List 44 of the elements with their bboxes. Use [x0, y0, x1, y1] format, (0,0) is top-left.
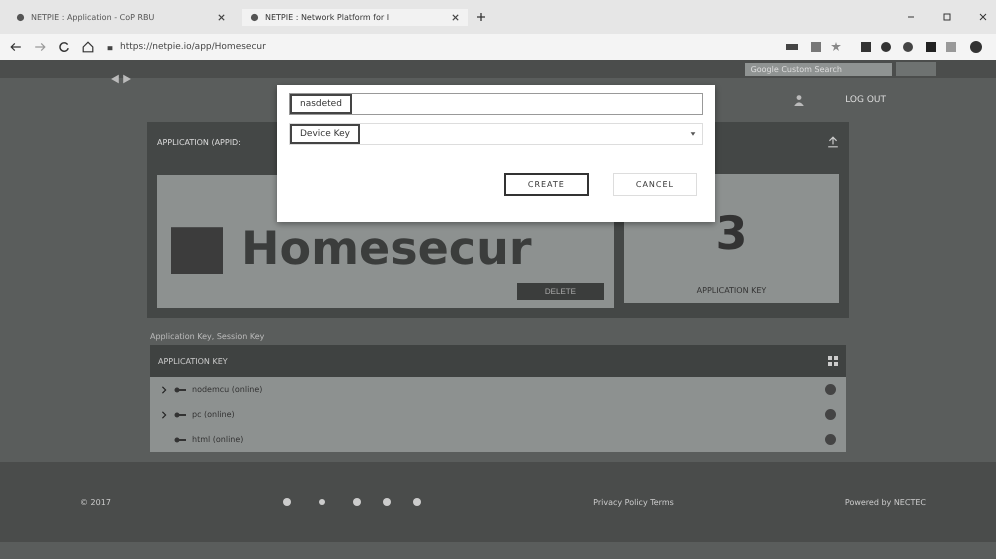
key-row[interactable]: html (online)	[150, 427, 846, 452]
back-icon[interactable]	[10, 41, 22, 53]
delete-button[interactable]: DELETE	[516, 283, 604, 300]
close-icon[interactable]	[451, 12, 460, 22]
chevron-icon[interactable]	[160, 386, 168, 394]
key-label: pc (online)	[192, 410, 235, 419]
forward-icon[interactable]	[34, 41, 46, 53]
section-note: Application Key, Session Key	[150, 331, 266, 343]
card-title: APPLICATION (APPID:	[157, 137, 241, 149]
close-icon[interactable]	[978, 12, 988, 22]
powered-by-text: Powered by NECTEC	[844, 498, 926, 506]
application-name: Homesecur	[241, 221, 532, 275]
new-tab-icon[interactable]	[476, 12, 486, 22]
social-icons-drawing[interactable]	[282, 497, 422, 507]
browser-tab[interactable]: NETPIE : Network Platform for I	[242, 8, 468, 26]
close-icon[interactable]	[217, 12, 226, 22]
key-row[interactable]: pc (online)	[150, 402, 846, 427]
logo-icon[interactable]	[110, 72, 132, 86]
reload-icon[interactable]	[58, 41, 70, 53]
dialog-button[interactable]: CANCEL	[612, 173, 697, 196]
grid-icon[interactable]	[828, 356, 838, 366]
footer-links[interactable]: Privacy Policy Terms	[593, 498, 674, 506]
count-label: APPLICATION KEY	[696, 286, 766, 295]
key-count: 3	[715, 210, 748, 256]
key-label: nodemcu (online)	[192, 385, 262, 394]
address-bar[interactable]: https://netpie.io/app/Homesecur	[120, 42, 266, 52]
key-row[interactable]: nodemcu (online)	[150, 377, 846, 402]
panel-title: APPLICATION KEY	[158, 356, 228, 366]
chevron-icon[interactable]	[160, 410, 168, 418]
key-icon	[174, 412, 186, 418]
share-icon[interactable]	[827, 136, 839, 148]
copyright-text: © 2017	[80, 498, 111, 506]
key-icon	[174, 436, 186, 442]
key-label: html (online)	[192, 435, 244, 444]
user-icon[interactable]	[793, 94, 806, 106]
home-icon[interactable]	[82, 41, 94, 53]
name-field[interactable]: nasdeted	[289, 93, 703, 115]
dialog-button[interactable]: CREATE	[504, 173, 589, 196]
browser-tab[interactable]: NETPIE : Application - CoP RBU	[8, 8, 234, 26]
caret-icon	[690, 132, 696, 136]
key-icon	[174, 386, 186, 392]
type-select[interactable]: Device Key	[289, 123, 703, 145]
maximize-icon[interactable]	[942, 12, 952, 22]
logout-link[interactable]: LOG OUT	[845, 95, 886, 105]
